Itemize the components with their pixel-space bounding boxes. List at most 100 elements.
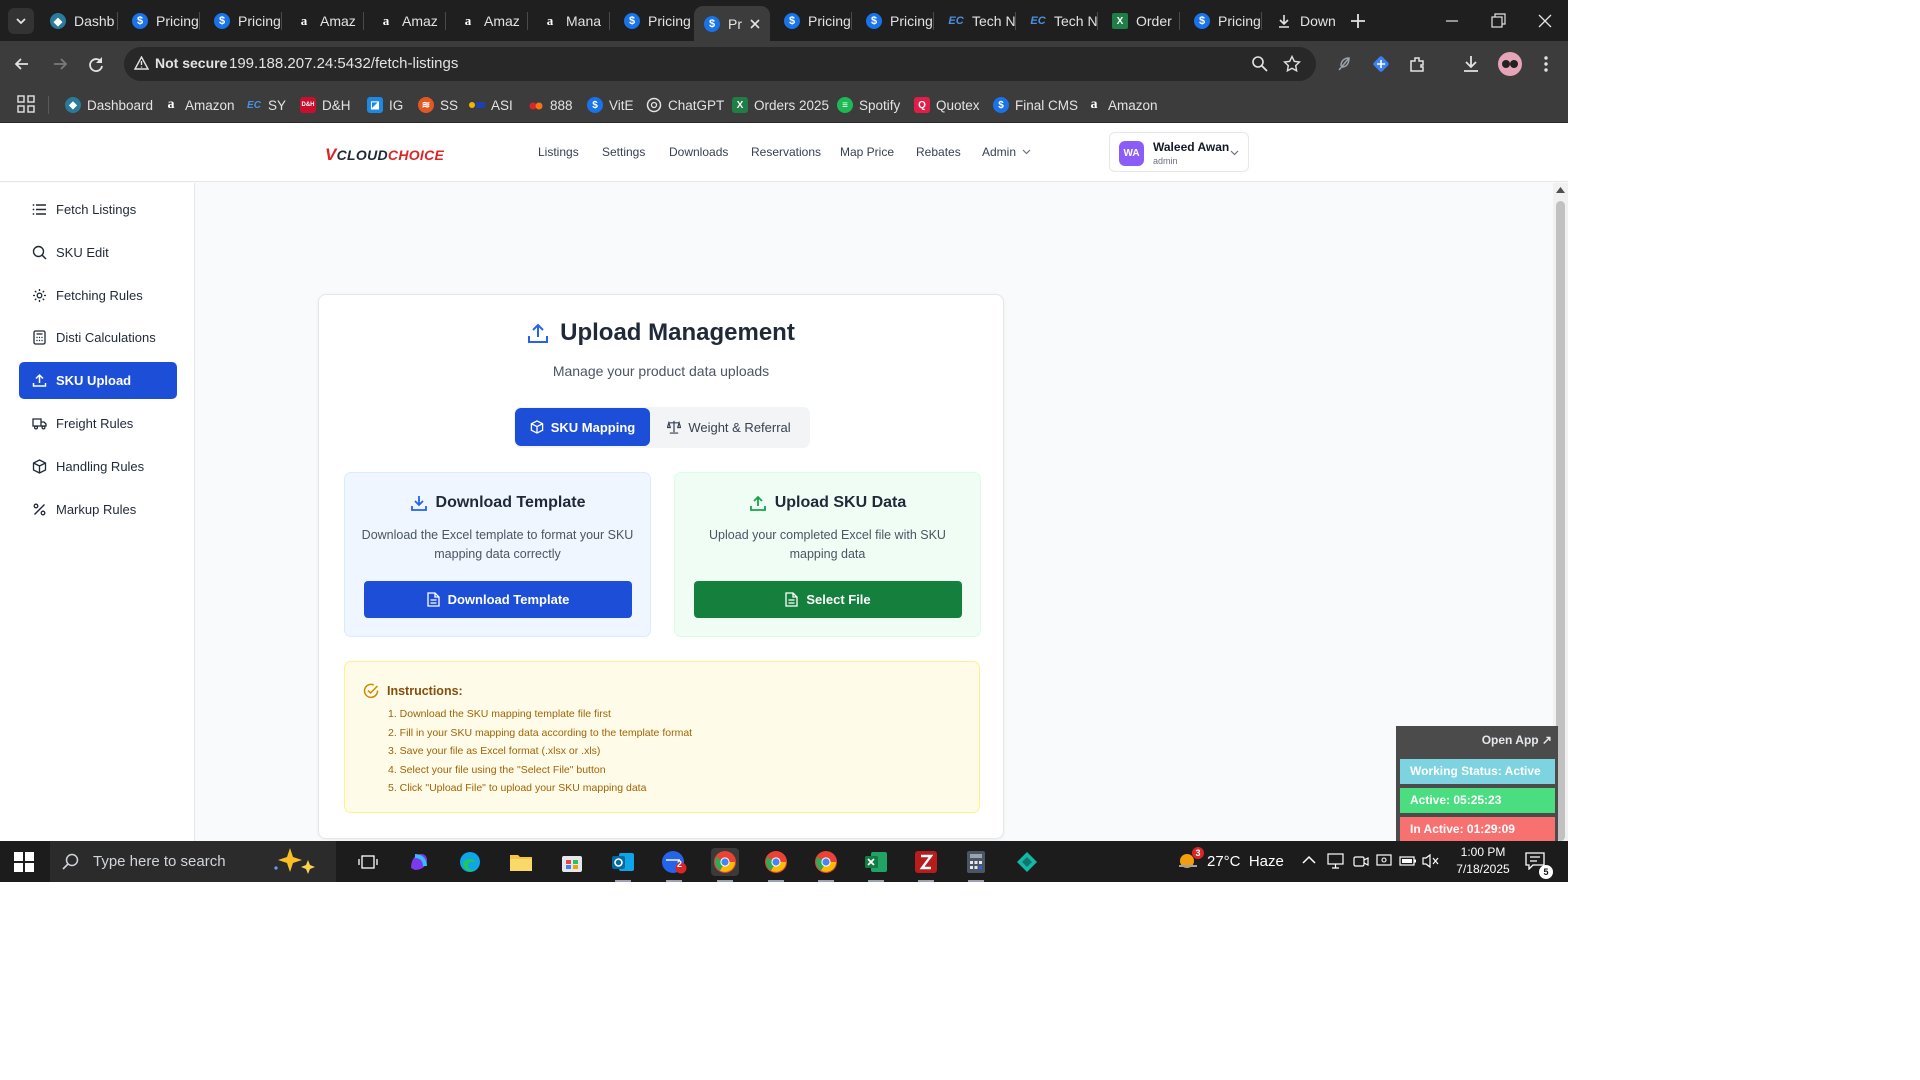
chrome-profile-icon[interactable] — [812, 848, 840, 882]
weather-icon[interactable]: 3 — [1176, 847, 1204, 873]
bookmark-888[interactable]: 888 — [528, 94, 573, 116]
app-diamond-icon[interactable] — [1013, 848, 1041, 876]
windows-start-icon[interactable] — [14, 852, 34, 872]
sidebar-item-disti-calculations[interactable]: Disti Calculations — [19, 319, 177, 356]
browser-menu-icon[interactable] — [1536, 54, 1556, 74]
browser-tab[interactable]: a Amaz — [286, 8, 364, 34]
browser-tab[interactable]: a Mana — [532, 8, 610, 34]
taskbar-search[interactable]: Type here to search — [50, 841, 336, 882]
extension-diamond-icon[interactable] — [1371, 54, 1391, 74]
display-icon[interactable] — [1376, 853, 1392, 869]
calculator-icon[interactable] — [962, 848, 990, 882]
browser-tab[interactable]: $ Pricing — [122, 8, 200, 34]
browser-tab[interactable]: $ Pricing — [774, 8, 852, 34]
url-text[interactable]: 199.188.207.24:5432/fetch-listings — [229, 55, 458, 72]
file-explorer-icon[interactable] — [507, 848, 535, 876]
vcloudchoice-logo[interactable]: V CLOUD CHOICE — [325, 145, 444, 165]
tab-sku-mapping[interactable]: SKU Mapping — [515, 408, 650, 446]
browser-tab[interactable]: a Amaz — [450, 8, 528, 34]
sidebar-item-fetching-rules[interactable]: Fetching Rules — [19, 277, 177, 314]
sidebar-item-sku-edit[interactable]: SKU Edit — [19, 234, 177, 271]
bookmark-orders-2025[interactable]: X Orders 2025 — [732, 94, 829, 116]
restore-icon[interactable] — [1488, 11, 1508, 31]
new-tab-icon[interactable] — [1348, 11, 1368, 31]
bookmark-final-cms[interactable]: $ Final CMS — [993, 94, 1078, 116]
downloads-icon[interactable] — [1461, 54, 1481, 74]
sidebar-item-freight-rules[interactable]: Freight Rules — [19, 405, 177, 442]
chrome-icon[interactable] — [711, 848, 739, 882]
browser-tab[interactable]: a Amaz — [368, 8, 446, 34]
select-file-button[interactable]: Select File — [694, 581, 962, 618]
browser-tab[interactable]: $ Pricing — [1184, 8, 1262, 34]
microsoft-store-icon[interactable] — [558, 848, 586, 876]
sidebar-item-sku-upload[interactable]: SKU Upload — [19, 362, 177, 399]
reload-icon[interactable] — [86, 54, 106, 74]
nav-listings[interactable]: Listings — [538, 145, 579, 159]
bookmark-amazon-2[interactable]: a Amazon — [1086, 94, 1158, 116]
close-tab-icon[interactable] — [750, 18, 760, 29]
forward-icon[interactable] — [50, 54, 70, 74]
extensions-puzzle-icon[interactable] — [1407, 54, 1427, 74]
browser-tab[interactable]: EC Tech N — [1020, 8, 1098, 34]
tab-weight-referral[interactable]: Weight & Referral — [659, 408, 799, 446]
minimize-icon[interactable] — [1442, 11, 1462, 31]
network-icon[interactable] — [1327, 853, 1344, 869]
browser-tab[interactable]: $ Pricing — [614, 8, 692, 34]
nav-reservations[interactable]: Reservations — [751, 145, 821, 159]
bookmark-amazon[interactable]: a Amazon — [163, 94, 235, 116]
meet-now-icon[interactable] — [1353, 853, 1369, 869]
copilot-icon[interactable] — [405, 848, 433, 876]
edge-icon[interactable] — [456, 848, 484, 876]
outlook-icon[interactable] — [609, 848, 637, 882]
browser-tab[interactable]: $ Pricing — [856, 8, 934, 34]
address-bar[interactable]: Not secure 199.188.207.24:5432/fetch-lis… — [124, 47, 1316, 81]
excel-icon[interactable] — [862, 848, 890, 882]
bookmark-ig[interactable]: ◪ IG — [367, 94, 403, 116]
close-window-icon[interactable] — [1535, 11, 1555, 31]
tab-search-icon[interactable] — [8, 8, 34, 34]
bookmark-dh[interactable]: D&H D&H — [300, 94, 351, 116]
user-menu[interactable]: WA Waleed Awan admin — [1109, 132, 1249, 172]
clock-time[interactable]: 1:00 PM — [1448, 844, 1518, 861]
battery-icon[interactable] — [1399, 853, 1417, 869]
nav-admin-dropdown[interactable]: Admin — [982, 145, 1031, 159]
browser-tab[interactable]: Down — [1266, 8, 1340, 34]
browser-tab[interactable]: ◆ Dashb — [40, 8, 118, 34]
nav-downloads[interactable]: Downloads — [669, 145, 728, 159]
sidebar-item-handling-rules[interactable]: Handling Rules — [19, 448, 177, 485]
bookmark-vite[interactable]: $ VitE — [587, 94, 634, 116]
task-view-icon[interactable] — [354, 848, 382, 876]
extension-feather-icon[interactable] — [1334, 54, 1354, 74]
bookmark-quotex[interactable]: Q Quotex — [914, 94, 980, 116]
bookmark-dashboard[interactable]: ◆ Dashboard — [65, 94, 153, 116]
browser-tab[interactable]: $ Pricing — [204, 8, 282, 34]
sidebar-item-markup-rules[interactable]: Markup Rules — [19, 491, 177, 528]
weather-text[interactable]: 27°C Haze — [1207, 853, 1284, 870]
nav-settings[interactable]: Settings — [602, 145, 645, 159]
bookmark-star-icon[interactable] — [1283, 55, 1301, 73]
bookmark-sy[interactable]: EC SY — [246, 94, 286, 116]
apps-grid-icon[interactable] — [17, 95, 35, 113]
volume-muted-icon[interactable] — [1422, 853, 1440, 869]
scroll-up-icon[interactable] — [1556, 187, 1565, 193]
download-template-button[interactable]: Download Template — [364, 581, 632, 618]
profile-avatar-icon[interactable] — [1498, 52, 1522, 76]
bookmark-ss[interactable]: ≋ SS — [418, 94, 458, 116]
filezilla-icon[interactable] — [912, 848, 940, 882]
nav-map-price[interactable]: Map Price — [840, 145, 894, 159]
browser-tab[interactable]: EC Tech N — [938, 8, 1016, 34]
clock-date[interactable]: 7/18/2025 — [1448, 861, 1518, 878]
chevron-up-icon[interactable] — [1302, 855, 1316, 864]
browser-tab[interactable]: X Order — [1102, 8, 1180, 34]
chrome-profile-icon[interactable] — [762, 848, 790, 882]
bookmark-chatgpt[interactable]: ChatGPT — [646, 94, 724, 116]
back-icon[interactable] — [12, 54, 32, 74]
open-app-link[interactable]: Open App ↗ — [1482, 733, 1552, 747]
bookmark-spotify[interactable]: ≡ Spotify — [837, 94, 900, 116]
nav-rebates[interactable]: Rebates — [916, 145, 961, 159]
zoom-icon[interactable] — [1251, 55, 1269, 73]
calendar-app-icon[interactable]: 2 — [660, 848, 688, 882]
security-indicator[interactable]: Not secure — [134, 55, 227, 71]
bookmark-asi[interactable]: ASI — [469, 94, 513, 116]
browser-tab-active[interactable]: $ Pr — [694, 6, 770, 41]
